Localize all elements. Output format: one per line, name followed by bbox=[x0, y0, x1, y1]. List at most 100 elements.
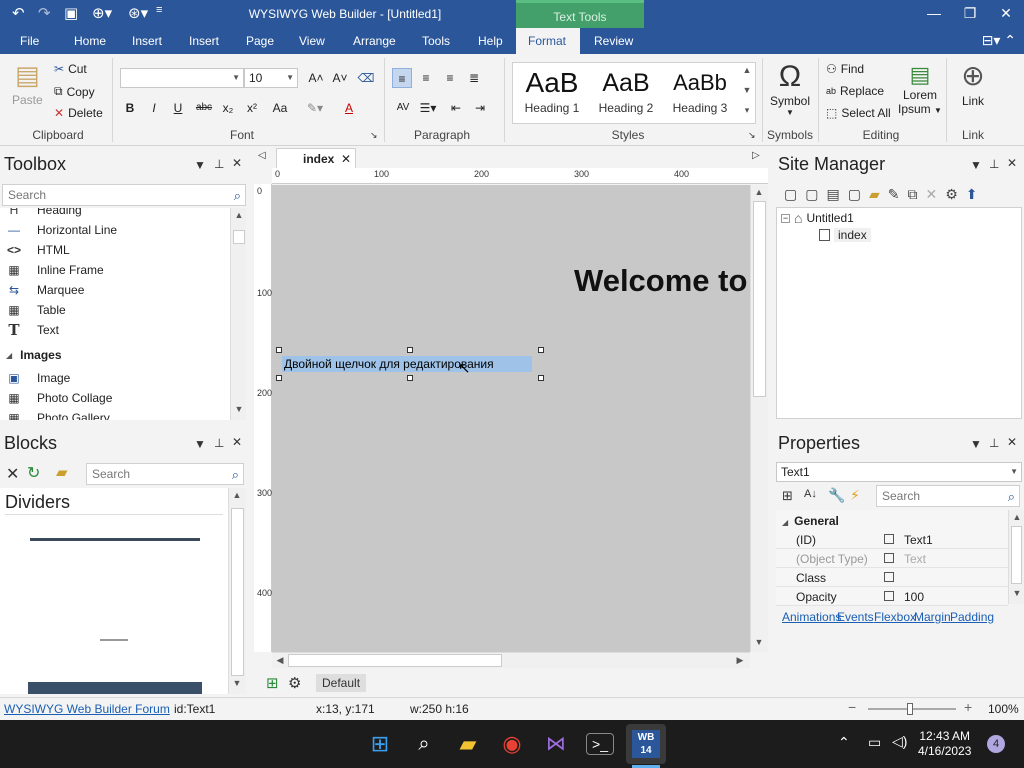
menu-tools[interactable]: Tools bbox=[422, 28, 450, 54]
subscript-button[interactable]: x₂ bbox=[218, 98, 238, 118]
volume-icon[interactable]: ◁) bbox=[892, 733, 907, 750]
link-events[interactable]: Events bbox=[837, 610, 874, 624]
pin-icon[interactable]: ⊥ bbox=[989, 157, 999, 171]
resize-handle[interactable] bbox=[276, 347, 282, 353]
menu-home[interactable]: Home bbox=[74, 28, 106, 54]
toolbox-item-heading[interactable]: H Heading bbox=[6, 208, 82, 220]
style-heading-1[interactable]: AaB Heading 1 bbox=[515, 65, 589, 115]
resize-handle[interactable] bbox=[538, 347, 544, 353]
menu-review[interactable]: Review bbox=[594, 28, 633, 54]
divider-block-2[interactable] bbox=[100, 639, 128, 641]
toolbox-item-table[interactable]: ▦ Table bbox=[6, 300, 65, 320]
terminal-icon[interactable]: >_ bbox=[586, 733, 614, 755]
events-icon[interactable]: ⚡ bbox=[850, 487, 860, 504]
divider-block-3[interactable] bbox=[28, 682, 202, 694]
panel-close-icon[interactable]: ✕ bbox=[232, 156, 242, 170]
panel-dropdown-icon[interactable]: ▼ bbox=[970, 158, 982, 172]
blocks-scrollbar[interactable]: ▲ ▼ bbox=[228, 488, 246, 694]
panel-close-icon[interactable]: ✕ bbox=[1007, 435, 1017, 449]
file-explorer-icon[interactable]: ▰ bbox=[454, 730, 482, 758]
link-padding[interactable]: Padding bbox=[950, 610, 994, 624]
find-button[interactable]: ⚇ Find bbox=[826, 62, 864, 76]
close-icon[interactable]: ✕ bbox=[6, 464, 19, 484]
tab-close-icon[interactable]: ✕ bbox=[341, 152, 351, 166]
resize-handle[interactable] bbox=[276, 375, 282, 381]
scroll-down-icon[interactable]: ▼ bbox=[231, 404, 247, 414]
scroll-up-icon[interactable]: ▲ bbox=[1009, 512, 1024, 522]
add-page-icon[interactable]: ⊞ bbox=[266, 674, 279, 692]
tab-index[interactable]: index ✕ bbox=[276, 148, 356, 168]
zoom-slider-thumb[interactable] bbox=[907, 703, 913, 715]
underline-button[interactable]: U bbox=[168, 98, 188, 118]
clear-format-icon[interactable]: ⌫ bbox=[356, 68, 376, 88]
text1-object[interactable]: Двойной щелчок для редактирования bbox=[282, 356, 532, 372]
scroll-down-icon[interactable]: ▼ bbox=[739, 85, 755, 95]
property-row-opacity[interactable]: Opacity 100 bbox=[776, 587, 1008, 606]
scroll-up-icon[interactable]: ▲ bbox=[231, 210, 247, 220]
indent-icon[interactable]: ⇥ bbox=[470, 98, 490, 118]
pin-icon[interactable]: ⊥ bbox=[214, 157, 224, 171]
scroll-right-icon[interactable]: ▶ bbox=[732, 655, 748, 666]
italic-button[interactable]: I bbox=[144, 98, 164, 118]
divider-block-1[interactable] bbox=[30, 538, 200, 541]
network-icon[interactable]: ▭ bbox=[868, 734, 881, 751]
settings-icon[interactable]: ⚙ bbox=[945, 186, 966, 202]
toolbox-item-horizontal-line[interactable]: — Horizontal Line bbox=[6, 220, 117, 240]
visual-studio-icon[interactable]: ⋈ bbox=[542, 730, 570, 758]
delete-icon[interactable]: ✕ bbox=[925, 186, 945, 202]
minimize-icon[interactable]: — bbox=[916, 2, 952, 24]
checkbox-icon[interactable] bbox=[884, 534, 894, 544]
canvas-vscrollbar[interactable]: ▲ ▼ bbox=[750, 185, 768, 652]
folder-icon[interactable]: ▰ bbox=[869, 186, 888, 202]
scroll-up-icon[interactable]: ▲ bbox=[751, 187, 767, 197]
checkbox-icon[interactable] bbox=[884, 591, 894, 601]
scroll-thumb[interactable] bbox=[288, 654, 502, 667]
wysiwyg-taskbar-item[interactable]: WB 14 bbox=[626, 724, 666, 764]
toolbox-item-text[interactable]: T Text bbox=[6, 320, 59, 340]
menu-insert[interactable]: Insert bbox=[132, 28, 162, 54]
page-settings-icon[interactable]: ⚙ bbox=[288, 674, 301, 692]
gallery-more-icon[interactable]: ▾ bbox=[739, 105, 755, 116]
collapse-icon[interactable]: − bbox=[781, 213, 790, 223]
menu-file[interactable]: File bbox=[20, 28, 39, 54]
justify-icon[interactable]: ≣ bbox=[464, 68, 484, 88]
canvas-hscrollbar[interactable]: ◀ ▶ bbox=[272, 652, 750, 668]
link-animations[interactable]: Animations bbox=[782, 610, 841, 624]
scroll-down-icon[interactable]: ▼ bbox=[229, 678, 245, 688]
letter-spacing-icon[interactable]: AV bbox=[392, 98, 414, 118]
zoom-out-icon[interactable]: − bbox=[848, 699, 856, 715]
menu-arrange[interactable]: Arrange bbox=[353, 28, 396, 54]
page-info-icon[interactable]: ▢ bbox=[848, 186, 869, 202]
clock[interactable]: 12:43 AM 4/16/2023 bbox=[918, 729, 971, 759]
scroll-thumb[interactable] bbox=[231, 508, 244, 676]
property-row-id[interactable]: (ID) Text1 bbox=[776, 530, 1008, 549]
scroll-thumb[interactable] bbox=[753, 201, 766, 397]
scroll-up-icon[interactable]: ▲ bbox=[229, 490, 245, 500]
highlight-color-icon[interactable]: ✎▾ bbox=[300, 98, 330, 118]
tree-item-root[interactable]: − ⌂ Untitled1 bbox=[781, 210, 854, 226]
panel-dropdown-icon[interactable]: ▼ bbox=[194, 437, 206, 451]
scroll-down-icon[interactable]: ▼ bbox=[1009, 588, 1024, 598]
scroll-down-icon[interactable]: ▼ bbox=[751, 637, 767, 647]
change-case-button[interactable]: Aa bbox=[266, 98, 294, 118]
property-section-general[interactable]: ◢ General bbox=[782, 514, 839, 528]
align-left-icon[interactable]: ≡ bbox=[392, 68, 412, 88]
properties-icon[interactable]: 🔧 bbox=[828, 487, 845, 504]
toolbox-item-photo-gallery[interactable]: ▦ Photo Gallery bbox=[6, 408, 109, 420]
properties-search-input[interactable]: Search ⌕ bbox=[876, 485, 1020, 507]
superscript-button[interactable]: x² bbox=[242, 98, 262, 118]
select-all-button[interactable]: ⬚ Select All bbox=[826, 106, 891, 120]
scroll-thumb[interactable] bbox=[1011, 526, 1022, 584]
link-button[interactable]: ⊕ Link bbox=[954, 60, 992, 108]
page-properties-icon[interactable]: ▤ bbox=[826, 186, 847, 202]
panel-close-icon[interactable]: ✕ bbox=[1007, 156, 1017, 170]
strikethrough-button[interactable]: abc bbox=[192, 98, 216, 118]
categorized-icon[interactable]: ⊞ bbox=[782, 488, 793, 504]
toolbox-search-input[interactable]: Search ⌕ bbox=[2, 184, 246, 206]
font-color-button[interactable]: A bbox=[336, 98, 362, 118]
align-center-icon[interactable]: ≡ bbox=[416, 68, 436, 88]
font-name-combo[interactable]: ▼ bbox=[120, 68, 244, 88]
scroll-up-icon[interactable]: ▲ bbox=[739, 65, 755, 75]
property-row-class[interactable]: Class bbox=[776, 568, 1008, 587]
windows-start-icon[interactable]: ⊞ bbox=[366, 730, 394, 758]
